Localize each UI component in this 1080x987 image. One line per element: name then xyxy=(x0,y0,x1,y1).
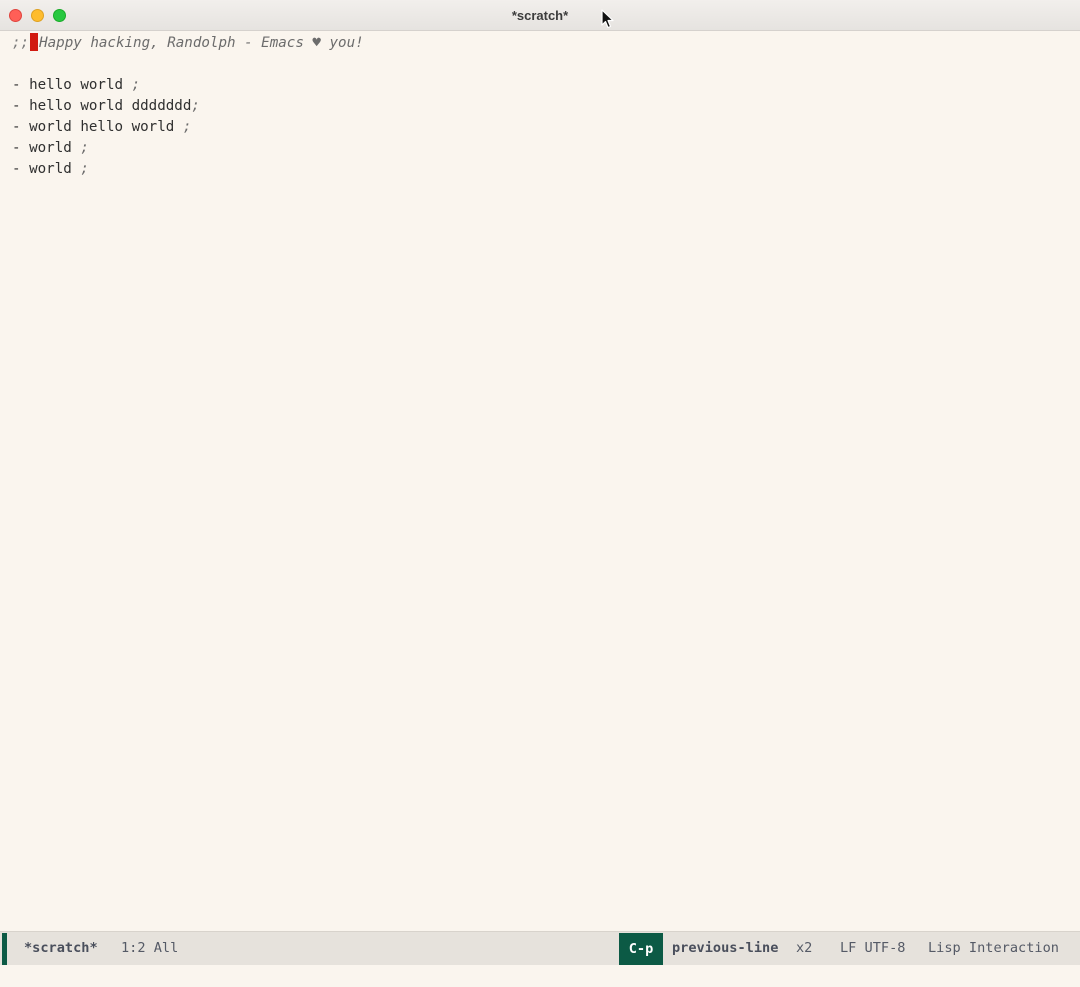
line-comment: ; xyxy=(131,77,141,93)
keycast-key-badge: C-p xyxy=(619,933,663,965)
line-text: - hello world xyxy=(12,77,132,93)
modeline-buffer-name[interactable]: *scratch* xyxy=(24,932,98,965)
mouse-pointer-icon xyxy=(601,9,614,29)
buffer-line: - hello world ; xyxy=(12,75,140,96)
editor-buffer[interactable]: ;; Happy hacking, Randolph - Emacs ♥ you!… xyxy=(0,32,1080,930)
buffer-line: - world ; xyxy=(12,138,89,159)
line-text: - world xyxy=(12,140,81,156)
comment-prefix: ;; xyxy=(12,35,30,51)
mode-line: *scratch* 1:2 All C-p previous-line x2 L… xyxy=(0,931,1080,965)
text-cursor xyxy=(30,33,39,51)
window-title: *scratch* xyxy=(511,8,569,23)
comment-line: ;; Happy hacking, Randolph - Emacs ♥ you! xyxy=(12,33,364,54)
comment-text: Happy hacking, Randolph - Emacs ♥ you! xyxy=(39,35,364,51)
line-comment: ; xyxy=(80,140,89,156)
keycast-command: previous-line xyxy=(672,940,779,956)
line-text: - world hello world xyxy=(12,119,183,135)
buffer-line: - world hello world ; xyxy=(12,117,191,138)
line-text: - world xyxy=(12,161,81,177)
buffer-line: - world ; xyxy=(12,159,89,180)
minibuffer[interactable] xyxy=(0,965,1080,987)
modeline-position: 1:2 All xyxy=(121,940,179,956)
line-comment: ; xyxy=(191,98,200,114)
line-comment: ; xyxy=(80,161,89,177)
buffer-line: - hello world ddddddd; xyxy=(12,96,200,117)
modeline-encoding[interactable]: LF UTF-8 xyxy=(840,932,905,965)
line-comment: ; xyxy=(182,119,192,135)
line-text: - hello world ddddddd xyxy=(12,98,192,114)
modeline-major-mode[interactable]: Lisp Interaction xyxy=(928,932,1059,965)
emacs-window: *scratch* ;; Happy hacking, Randolph - Em… xyxy=(0,0,1080,987)
active-window-indicator xyxy=(2,933,7,965)
title-bar[interactable]: *scratch* xyxy=(0,0,1080,31)
keycast-repeat-count: x2 xyxy=(796,940,813,956)
